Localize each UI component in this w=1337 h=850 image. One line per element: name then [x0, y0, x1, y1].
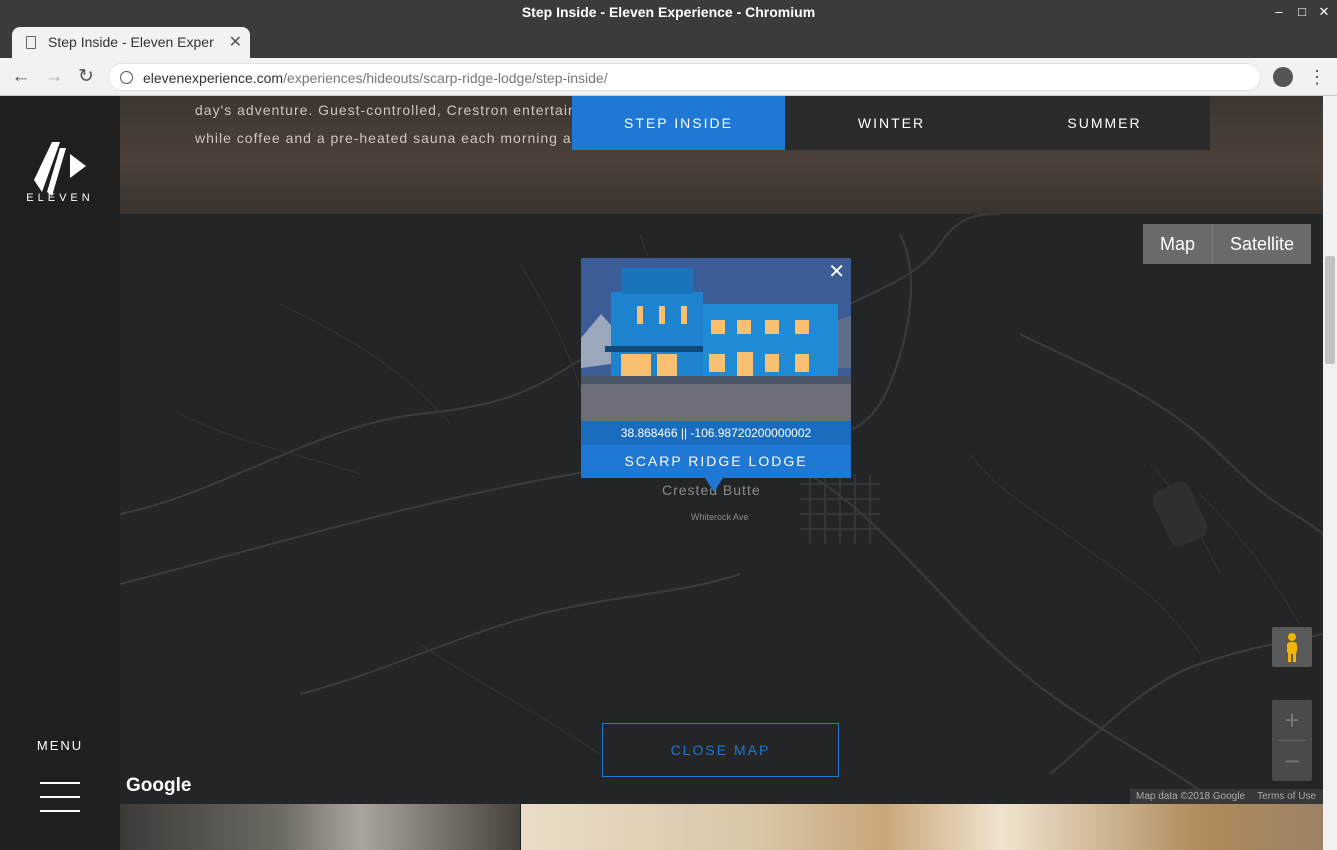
season-tabs: STEP INSIDE WINTER SUMMER: [572, 96, 1210, 150]
map-view[interactable]: Map Satellite Crested Butte Whiterock Av…: [120, 214, 1323, 804]
menu-kebab-icon[interactable]: ⋮: [1308, 64, 1326, 90]
street-label: Whiterock Ave: [691, 512, 749, 522]
gallery-image[interactable]: [120, 804, 520, 850]
account-icon[interactable]: [1273, 67, 1293, 87]
logo-text: ELEVEN: [26, 192, 94, 204]
popup-title[interactable]: SCARP RIDGE LODGE: [581, 445, 851, 478]
hamburger-menu-icon[interactable]: [40, 782, 80, 816]
browser-tab[interactable]: Step Inside - Eleven Exper ✕: [12, 27, 250, 58]
google-logo: Google: [126, 775, 192, 796]
reload-icon[interactable]: ↻: [73, 64, 99, 90]
url-domain: elevenexperience.com: [143, 70, 284, 86]
scrollbar-thumb[interactable]: [1325, 256, 1335, 364]
popup-coordinates: 38.868466 || -106.98720200000002: [581, 421, 851, 445]
browser-toolbar: ← → ↻ elevenexperience.com/experiences/h…: [0, 58, 1337, 96]
tab-summer[interactable]: SUMMER: [998, 96, 1211, 150]
tab-step-inside[interactable]: STEP INSIDE: [572, 96, 785, 150]
terms-link[interactable]: Terms of Use: [1257, 791, 1316, 802]
bottom-gallery: [120, 804, 1323, 850]
zoom-in-button[interactable]: +: [1272, 700, 1312, 740]
hero-section: day's adventure. Guest-controlled, Crest…: [120, 96, 1323, 214]
tab-title: Step Inside - Eleven Exper: [48, 34, 214, 50]
map-data-credit: Map data ©2018 Google: [1136, 791, 1246, 802]
minimize-icon[interactable]: –: [1268, 0, 1290, 24]
back-icon[interactable]: ←: [8, 64, 34, 90]
popup-pointer: [705, 478, 723, 492]
tab-close-icon[interactable]: ✕: [229, 27, 242, 58]
zoom-control: + −: [1272, 700, 1312, 781]
lodge-photo: [581, 258, 851, 421]
globe-icon: [120, 71, 133, 84]
popup-close-icon[interactable]: ✕: [828, 260, 845, 284]
scrollbar[interactable]: [1323, 96, 1337, 850]
address-bar[interactable]: elevenexperience.com/experiences/hideout…: [108, 63, 1261, 91]
gallery-image[interactable]: [521, 804, 1323, 850]
street-view-pegman-icon[interactable]: [1272, 627, 1312, 667]
page-viewport: ELEVEN MENU day's adventure. Guest-contr…: [0, 96, 1337, 850]
page-icon: [26, 36, 36, 49]
menu-label[interactable]: MENU: [0, 738, 120, 753]
forward-icon[interactable]: →: [41, 64, 67, 90]
maximize-icon[interactable]: □: [1291, 0, 1313, 24]
map-type-toggle: Map Satellite: [1143, 224, 1312, 264]
map-type-satellite-button[interactable]: Satellite: [1213, 224, 1311, 264]
zoom-out-button[interactable]: −: [1272, 741, 1312, 781]
tab-strip: Step Inside - Eleven Exper ✕ +: [0, 24, 1337, 76]
tab-winter[interactable]: WINTER: [785, 96, 998, 150]
close-window-icon[interactable]: ✕: [1313, 0, 1335, 24]
window-titlebar: Step Inside - Eleven Experience - Chromi…: [0, 0, 1337, 24]
sidebar: ELEVEN MENU: [0, 96, 120, 850]
url-path: /experiences/hideouts/scarp-ridge-lodge/…: [283, 70, 608, 86]
close-map-button[interactable]: CLOSE MAP: [602, 723, 839, 777]
map-info-popup: ✕ 38.868466 || -106.98720200000002 SCARP…: [581, 258, 851, 492]
map-attribution: Map data ©2018 Google Terms of Use: [1130, 789, 1323, 804]
map-type-map-button[interactable]: Map: [1143, 224, 1214, 264]
window-title: Step Inside - Eleven Experience - Chromi…: [521, 4, 816, 20]
